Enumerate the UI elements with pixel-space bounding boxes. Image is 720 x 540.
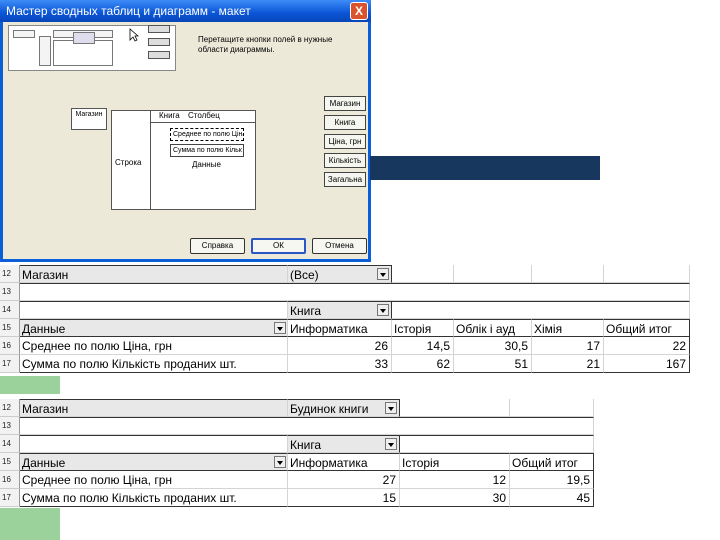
cursor-arrow-icon <box>129 28 139 42</box>
page-area[interactable]: Магазин <box>71 108 107 130</box>
dropdown-arrow-icon[interactable] <box>377 268 389 280</box>
column-header: Общий итог <box>510 453 594 471</box>
decorative-navy-bar <box>370 156 600 180</box>
decorative-green-block <box>0 376 60 394</box>
empty-cell <box>20 301 288 319</box>
value-cell: 19,5 <box>510 471 594 489</box>
cancel-button[interactable]: Отмена <box>312 238 367 254</box>
field-button-magazin[interactable]: Магазин <box>324 96 366 111</box>
page-area-label: Магазин <box>75 111 103 118</box>
column-header: Хімія <box>532 319 604 337</box>
decorative-green-block <box>0 508 60 540</box>
data-header-label[interactable]: Данные <box>20 453 288 471</box>
page-field-value[interactable]: Будинок книги <box>288 399 400 417</box>
dropdown-arrow-icon[interactable] <box>274 456 286 468</box>
preview-field-icon <box>148 25 170 33</box>
row-number: 17 <box>0 355 20 373</box>
empty-cell <box>604 265 690 283</box>
value-cell: 45 <box>510 489 594 507</box>
row-number: 13 <box>0 417 20 435</box>
value-cell: 26 <box>288 337 392 355</box>
value-cell: 30,5 <box>454 337 532 355</box>
data-area-label: Данные <box>192 160 221 169</box>
empty-cell <box>392 265 454 283</box>
value-cell: 12 <box>400 471 510 489</box>
column-header: Общий итог <box>604 319 690 337</box>
value-cell: 62 <box>392 355 454 373</box>
row-number: 15 <box>0 319 20 337</box>
preview-field-icon <box>148 51 170 59</box>
help-button[interactable]: Справка <box>190 238 245 254</box>
preview-row-cell <box>39 36 51 66</box>
empty-cell <box>510 399 594 417</box>
empty-cell <box>20 435 288 453</box>
preview-field-icon <box>148 38 170 46</box>
column-area-label: Столбец <box>188 111 220 120</box>
row-column-divider <box>150 110 151 210</box>
row-label: Сумма по полю Кількість проданих шт. <box>20 355 288 373</box>
row-number: 12 <box>0 399 20 417</box>
empty-cell <box>400 399 510 417</box>
value-cell: 14,5 <box>392 337 454 355</box>
page-field-label: Магазин <box>20 399 288 417</box>
instruction-text: Перетащите кнопки полей в нужные области… <box>198 35 333 54</box>
row-number: 16 <box>0 337 20 355</box>
preview-page-cell <box>13 30 35 38</box>
value-cell: 33 <box>288 355 392 373</box>
field-button-tsina[interactable]: Ціна, грн <box>324 134 366 149</box>
column-field-label[interactable]: Книга <box>288 435 400 453</box>
ok-button[interactable]: ОК <box>251 238 306 254</box>
field-button-knyha[interactable]: Книга <box>324 115 366 130</box>
column-header: Информатика <box>288 319 392 337</box>
row-number: 12 <box>0 265 20 283</box>
dialog-title: Мастер сводных таблиц и диаграмм - макет <box>6 4 251 18</box>
value-cell: 22 <box>604 337 690 355</box>
column-header: Облік і ауд <box>454 319 532 337</box>
dropdown-arrow-icon[interactable] <box>274 322 286 334</box>
row-number: 17 <box>0 489 20 507</box>
row-number: 13 <box>0 283 20 301</box>
dropdown-arrow-icon[interactable] <box>385 402 397 414</box>
column-header-divider <box>151 122 256 123</box>
dialog-titlebar: Мастер сводных таблиц и диаграмм - макет… <box>0 0 371 22</box>
row-label: Среднее по полю Ціна, грн <box>20 471 288 489</box>
value-cell: 167 <box>604 355 690 373</box>
field-button-zahalna[interactable]: Загальна <box>324 172 366 187</box>
value-cell: 15 <box>288 489 400 507</box>
value-cell: 30 <box>400 489 510 507</box>
empty-cell <box>392 301 690 319</box>
column-header: Информатика <box>288 453 400 471</box>
empty-cell <box>454 265 532 283</box>
empty-row <box>20 283 690 301</box>
empty-row <box>20 417 594 435</box>
data-field-button[interactable]: Среднее по полю Ціна <box>170 128 244 141</box>
value-cell: 21 <box>532 355 604 373</box>
pivot-wizard-dialog: Мастер сводных таблиц и диаграмм - макет… <box>0 0 371 262</box>
value-cell: 51 <box>454 355 532 373</box>
data-header-label[interactable]: Данные <box>20 319 288 337</box>
data-field-button[interactable]: Сумма по полю Кільк <box>170 144 244 157</box>
row-area-label: Строка <box>115 158 142 167</box>
row-number: 14 <box>0 435 20 453</box>
column-field-label[interactable]: Книга <box>159 111 180 121</box>
row-label: Среднее по полю Ціна, грн <box>20 337 288 355</box>
column-header: Історія <box>400 453 510 471</box>
preview-drag-cell <box>73 32 95 44</box>
page-field-label: Магазин <box>20 265 288 283</box>
row-label: Сумма по полю Кількість проданих шт. <box>20 489 288 507</box>
empty-cell <box>400 435 594 453</box>
dropdown-arrow-icon[interactable] <box>385 438 397 450</box>
field-button-kilkist[interactable]: Кількість <box>324 153 366 168</box>
row-number: 15 <box>0 453 20 471</box>
row-number: 16 <box>0 471 20 489</box>
column-header: Історія <box>392 319 454 337</box>
row-number: 14 <box>0 301 20 319</box>
close-button[interactable]: X <box>350 2 368 20</box>
dropdown-arrow-icon[interactable] <box>377 304 389 316</box>
empty-cell <box>532 265 604 283</box>
value-cell: 27 <box>288 471 400 489</box>
value-cell: 17 <box>532 337 604 355</box>
